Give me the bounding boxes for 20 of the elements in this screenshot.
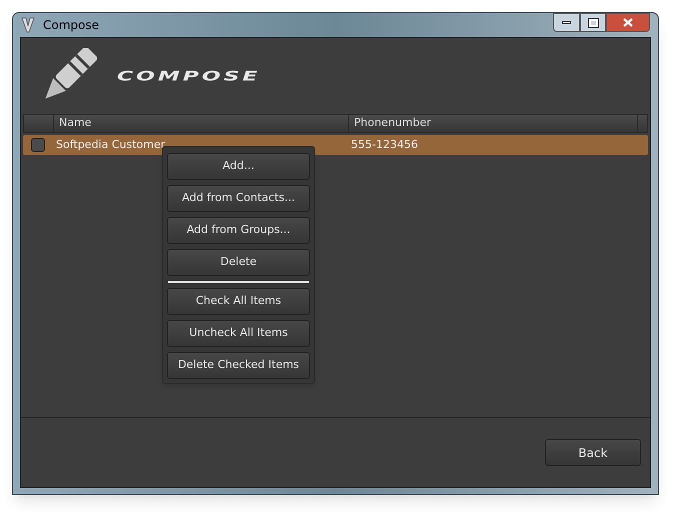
menu-item[interactable]: Uncheck All Items — [167, 320, 310, 347]
close-icon — [623, 18, 633, 27]
close-button[interactable] — [606, 13, 650, 32]
menu-item[interactable]: Add... — [167, 153, 310, 180]
compose-heading: COMPOSE — [117, 68, 260, 86]
menu-item[interactable]: Check All Items — [167, 288, 310, 315]
app-logo-icon — [21, 17, 35, 33]
menu-item[interactable]: Add from Groups... — [167, 217, 310, 244]
menu-item[interactable]: Delete — [167, 249, 310, 276]
minimize-button[interactable] — [553, 13, 580, 32]
table-cell-text: 555-123456 — [350, 136, 418, 153]
row-checkbox[interactable] — [31, 138, 45, 152]
column-header[interactable]: Name — [54, 115, 349, 132]
menu-item[interactable]: Delete Checked Items — [167, 352, 310, 379]
window-title: Compose — [43, 17, 100, 34]
maximize-button[interactable] — [580, 13, 606, 32]
table-cell-text: Softpedia Customer — [55, 136, 166, 153]
back-button[interactable]: Back — [545, 439, 641, 466]
column-header[interactable]: Phonenumber — [349, 115, 638, 132]
menu-item[interactable]: Add from Contacts... — [167, 185, 310, 212]
